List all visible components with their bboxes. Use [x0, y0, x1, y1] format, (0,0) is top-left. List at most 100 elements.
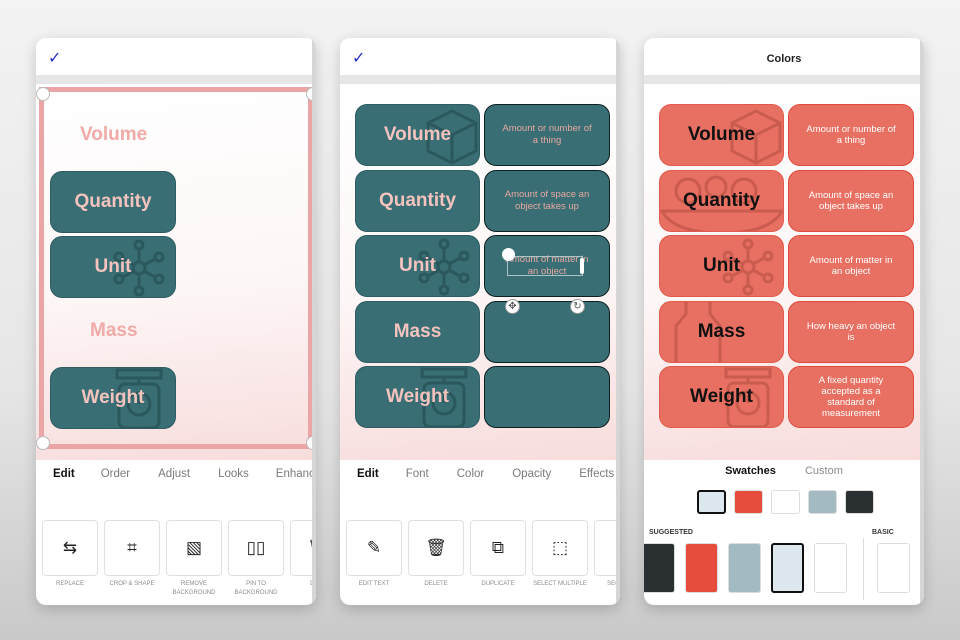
section-label-suggested: SUGGESTED — [649, 529, 693, 536]
remove-background-button[interactable]: ▧ Remove Background — [166, 520, 222, 598]
tool-label: Delete — [424, 581, 448, 587]
term-card-unit[interactable]: Unit — [355, 235, 480, 297]
definition-card-mass[interactable]: How heavy an object is — [788, 300, 914, 363]
tab-custom[interactable]: Custom — [805, 465, 843, 477]
term-card-mass[interactable]: Mass — [659, 300, 784, 363]
resize-handle-top-left[interactable] — [36, 87, 50, 101]
edit-text-button[interactable]: ✎ Edit Text — [346, 520, 402, 589]
tab-effects[interactable]: Effects — [579, 468, 614, 488]
delete-button[interactable]: 🗑 Delete — [408, 520, 464, 589]
scrollbar[interactable] — [616, 38, 620, 605]
term-card-quantity[interactable]: Quantity — [659, 169, 784, 232]
definition-text: How heavy an object is — [806, 320, 896, 343]
term-card-unit[interactable]: Unit — [659, 235, 784, 297]
color-swatch[interactable] — [697, 490, 726, 514]
tab-adjust[interactable]: Adjust — [158, 468, 190, 488]
definition-card-quantity[interactable]: Amount of space an object takes up — [484, 169, 610, 232]
select-multiple-icon: ⬚ — [551, 538, 569, 557]
tab-swatches[interactable]: Swatches — [725, 465, 776, 477]
tool-row: ⇆ Replace ⌗ Crop & Shape ▧ Remove Backgr… — [42, 520, 316, 598]
design-canvas[interactable]: ✒ VolumeAmount or number of a thingQuant… — [644, 84, 924, 460]
term-label: Weight — [386, 386, 449, 407]
definition-card-quantity[interactable]: Amount of space an object takes up — [788, 169, 914, 232]
divider-strip — [340, 75, 620, 84]
definition-text: Amount of space an object takes up — [808, 189, 894, 212]
term-label: Mass — [393, 320, 442, 342]
tab-bar: Edit Font Color Opacity Effects — [340, 468, 620, 488]
resize-handle-bottom-left[interactable] — [36, 436, 50, 450]
term-label: Volume — [687, 124, 756, 145]
confirm-check-icon[interactable]: ✓ — [48, 48, 61, 68]
definition-card-volume[interactable]: Amount or number of a thing — [484, 104, 610, 166]
term-card-quantity[interactable]: Quantity — [355, 169, 480, 232]
tab-font[interactable]: Font — [406, 468, 429, 488]
term-label: Quantity — [378, 189, 457, 211]
tab-color[interactable]: Color — [457, 468, 484, 488]
tool-label: Replace — [55, 581, 84, 587]
suggested-color[interactable] — [814, 543, 847, 593]
color-swatch[interactable] — [845, 490, 874, 514]
selection-frame[interactable] — [39, 87, 313, 449]
tab-enhance[interactable]: Enhance — [276, 468, 316, 488]
top-bar: ✓ — [340, 38, 620, 75]
confirm-check-icon[interactable]: ✓ — [352, 48, 365, 68]
phone-panel-edit-text: ✓ Volume Amount or number of a thing Quant… — [340, 38, 620, 605]
color-swatch[interactable] — [734, 490, 763, 514]
definition-card-mass[interactable] — [484, 300, 610, 363]
design-canvas[interactable]: Volume Amount or number of a thing Quantit… — [340, 84, 620, 460]
tab-looks[interactable]: Looks — [218, 468, 249, 488]
definition-card-volume[interactable]: Amount or number of a thing — [788, 104, 914, 166]
definition-card-weight[interactable]: A fixed quantity accepted as a standard … — [788, 366, 914, 428]
design-canvas[interactable]: Volume Quantity Unit Mass Weight — [36, 84, 316, 460]
crop-shape-button[interactable]: ⌗ Crop & Shape — [104, 520, 160, 598]
rotate-handle[interactable]: ↻ — [570, 299, 585, 314]
term-card-volume[interactable]: Volume — [659, 104, 784, 166]
term-card-volume[interactable]: Volume — [355, 104, 480, 166]
basic-color[interactable] — [877, 543, 910, 593]
suggested-color[interactable] — [771, 543, 804, 593]
card-label: Unit — [94, 256, 132, 277]
crop-icon: ⌗ — [127, 538, 137, 557]
term-card-weight[interactable]: Weight — [355, 366, 480, 428]
definition-text: Amount of matter in an object — [809, 255, 893, 277]
tab-opacity[interactable]: Opacity — [512, 468, 551, 488]
tab-bar: Edit Order Adjust Looks Enhance — [36, 468, 316, 488]
definition-card-unit[interactable]: Amount of matter in an object — [788, 235, 914, 297]
text-selection-box[interactable] — [507, 256, 583, 276]
pin-icon: ▯▯ — [246, 538, 266, 557]
scrollbar[interactable] — [920, 38, 924, 605]
selection-handle-right[interactable] — [580, 258, 584, 274]
tool-label: Edit Text — [358, 581, 390, 587]
tool-label: Crop & Shape — [109, 581, 155, 587]
suggested-color[interactable] — [685, 543, 718, 593]
term-card-weight[interactable]: Weight — [659, 366, 784, 428]
top-bar: ✓ — [36, 38, 316, 75]
definition-card-weight[interactable] — [484, 366, 610, 428]
selection-handle-left[interactable] — [502, 248, 515, 261]
tab-edit[interactable]: Edit — [53, 468, 75, 488]
tool-label: Pin To Background — [234, 581, 278, 596]
suggested-color[interactable] — [728, 543, 761, 593]
scrollbar[interactable] — [312, 38, 316, 605]
move-handle[interactable]: ✥ — [505, 299, 520, 314]
color-swatch[interactable] — [771, 490, 800, 514]
duplicate-button[interactable]: ⧉ Duplicate — [470, 520, 526, 589]
select-multiple-button[interactable]: ⬚ Select Multiple — [532, 520, 588, 589]
definition-text: Amount or number of a thing — [806, 124, 896, 146]
replace-icon: ⇆ — [62, 538, 78, 557]
replace-button[interactable]: ⇆ Replace — [42, 520, 98, 598]
panel-title: Colors — [766, 53, 802, 65]
tool-label: Duplicate — [481, 581, 515, 587]
phone-panel-edit-image: ✓ Volume Quantity Unit Mass Weight Edit … — [36, 38, 316, 605]
pin-to-background-button[interactable]: ▯▯ Pin To Background — [228, 520, 284, 598]
term-label: Mass — [697, 320, 746, 342]
section-divider — [863, 538, 864, 600]
move-icon: ✥ — [508, 301, 517, 312]
tab-edit[interactable]: Edit — [357, 468, 379, 488]
tool-row: ✎ Edit Text 🗑 Delete ⧉ Duplicate ⬚ Selec… — [346, 520, 620, 589]
suggested-color[interactable] — [644, 543, 675, 593]
definition-text: Amount or number of a thing — [502, 123, 592, 146]
color-swatch[interactable] — [808, 490, 837, 514]
term-card-mass[interactable]: Mass — [355, 300, 480, 363]
tab-order[interactable]: Order — [101, 468, 130, 488]
